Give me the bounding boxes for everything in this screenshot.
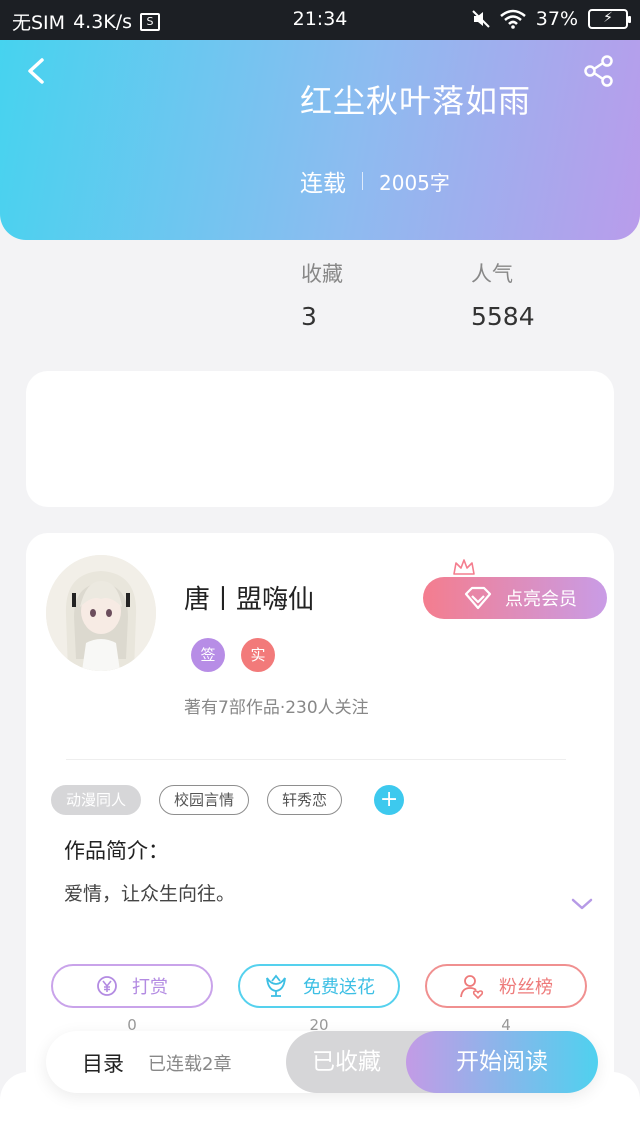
battery-percent: 37%	[535, 8, 578, 30]
chapter-count: 已连载2章	[148, 1054, 232, 1075]
tag-item[interactable]: 校园言情	[159, 785, 250, 815]
stat-popularity: 人气 5584	[471, 258, 535, 331]
tag-list: 动漫同人 校园言情 轩秀恋 +	[51, 785, 405, 815]
share-icon[interactable]	[582, 54, 616, 88]
stat-label: 人气	[471, 262, 513, 286]
word-count: 2005字	[379, 170, 450, 195]
chevron-down-icon[interactable]	[570, 895, 594, 913]
fans-rank-button[interactable]: 粉丝榜	[425, 964, 587, 1008]
mute-icon	[472, 10, 490, 28]
intro-text: 爱情，让众生向往。	[64, 883, 236, 905]
yen-coin-icon	[97, 976, 117, 996]
serial-status: 连载	[300, 171, 346, 197]
status-right: 37% ⚡	[472, 8, 631, 30]
fan-user-icon	[460, 975, 484, 999]
fans-action: 粉丝榜 4	[425, 964, 587, 1034]
stat-value: 3	[301, 302, 317, 331]
bottom-action-bar: 目录 已连载2章 已收藏 开始阅读	[46, 1031, 598, 1093]
fans-label: 粉丝榜	[499, 977, 553, 998]
divider	[66, 759, 566, 760]
back-icon[interactable]	[22, 56, 52, 86]
vip-label: 点亮会员	[505, 589, 577, 610]
meta-divider	[362, 172, 363, 190]
signed-badge: 签	[191, 638, 225, 672]
book-meta: 连载 2005字	[300, 164, 450, 198]
status-bar: 无SIM 4.3K/s S 21:34 37% ⚡	[0, 0, 640, 40]
stat-favorites: 收藏 3	[301, 258, 343, 331]
author-name[interactable]: 唐丨盟嗨仙	[184, 579, 314, 616]
blank-card	[26, 371, 614, 507]
verified-badge: 实	[241, 638, 275, 672]
book-title: 红尘秋叶落如雨	[300, 82, 532, 120]
book-header: 红尘秋叶落如雨 连载 2005字	[0, 40, 640, 240]
start-reading-button[interactable]: 开始阅读	[406, 1031, 598, 1093]
vip-button[interactable]: 点亮会员	[423, 577, 607, 619]
crown-icon	[453, 559, 475, 575]
wifi-icon	[499, 9, 526, 29]
send-flower-button[interactable]: 免费送花	[238, 964, 400, 1008]
avatar-image	[46, 555, 156, 671]
tip-action: 打赏 0	[51, 964, 213, 1034]
flower-label: 免费送花	[303, 977, 375, 998]
tag-item[interactable]: 轩秀恋	[267, 785, 343, 815]
tip-label: 打赏	[132, 977, 168, 998]
add-tag-icon[interactable]: +	[374, 785, 405, 815]
diamond-icon	[464, 586, 492, 610]
battery-icon: ⚡	[588, 9, 631, 29]
author-badges: 签 实	[191, 638, 275, 672]
stat-label: 收藏	[301, 262, 343, 286]
flower-action: 免费送花 20	[238, 964, 400, 1034]
intro-title: 作品简介：	[64, 839, 169, 863]
stat-value: 5584	[471, 302, 535, 331]
tip-button[interactable]: 打赏	[51, 964, 213, 1008]
author-card: 唐丨盟嗨仙 签 实 著有7部作品·230人关注 点亮会员 动漫同人 校园言情 轩…	[26, 533, 614, 1093]
action-row: 打赏 0 免费送花 20 粉丝榜 4	[51, 964, 587, 1034]
tag-item[interactable]: 动漫同人	[51, 785, 142, 815]
toc-button[interactable]: 目录	[82, 1048, 124, 1078]
author-avatar[interactable]	[46, 555, 156, 671]
author-summary: 著有7部作品·230人关注	[184, 698, 369, 718]
flower-icon	[266, 974, 286, 997]
